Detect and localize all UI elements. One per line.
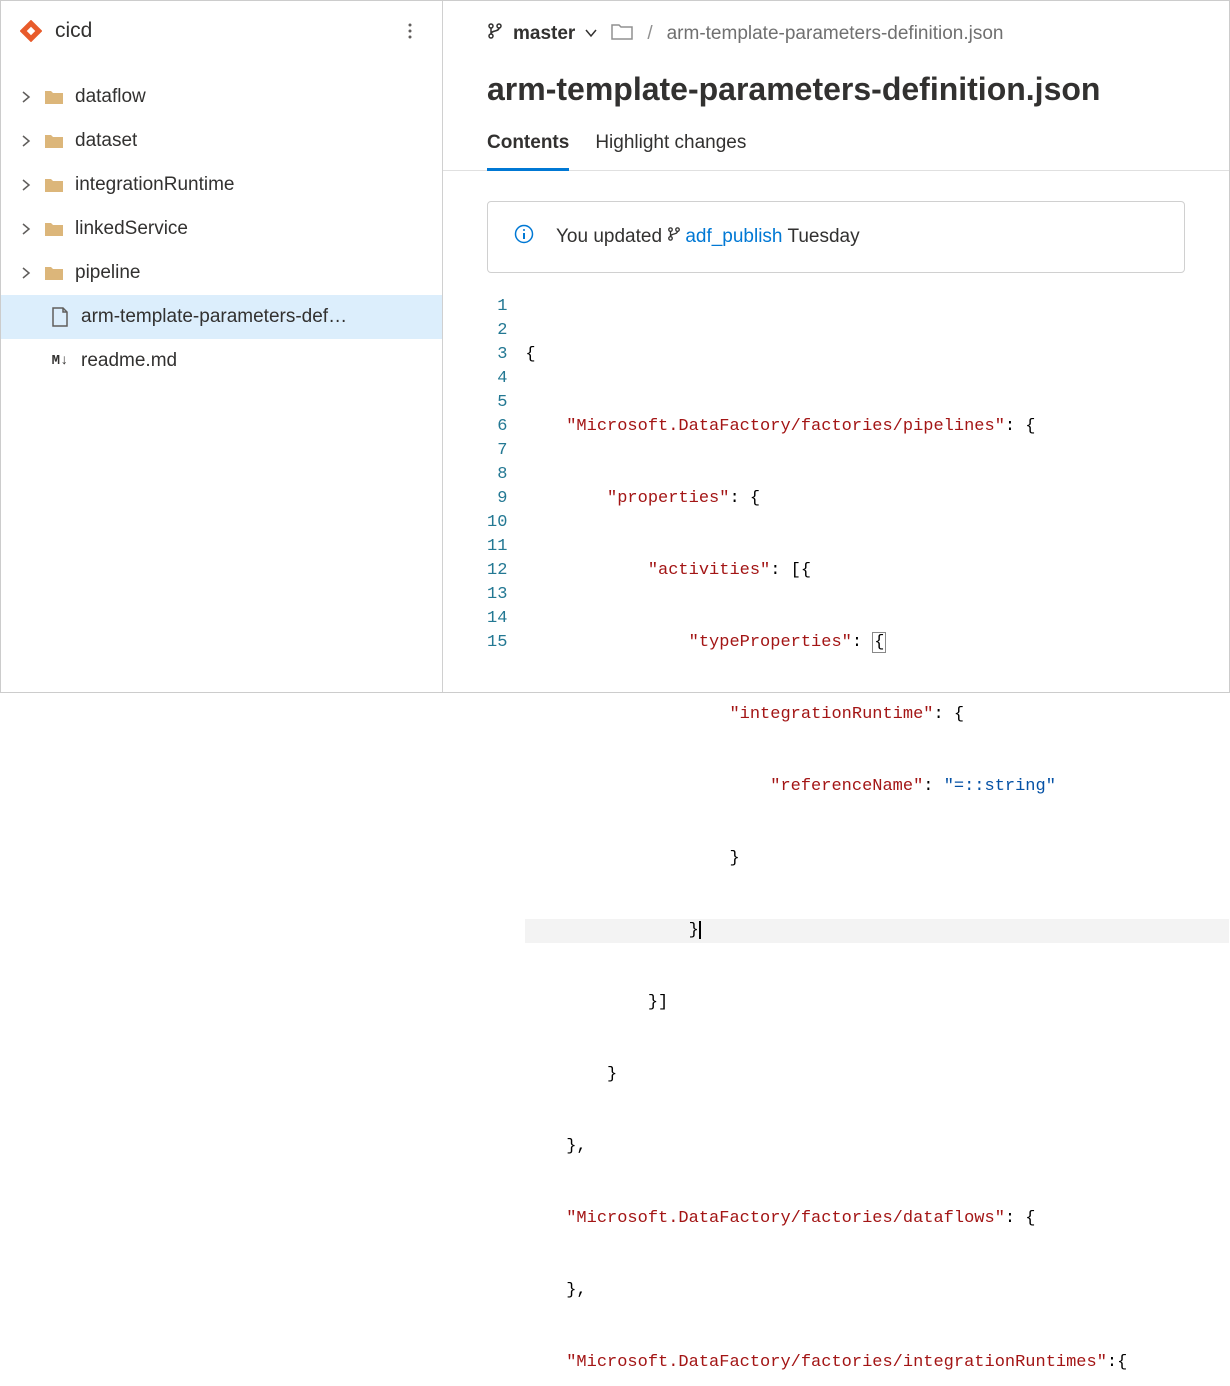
branch-icon <box>487 22 503 46</box>
repo-title: cicd <box>55 19 386 43</box>
tab-highlight-changes[interactable]: Highlight changes <box>595 132 746 170</box>
chevron-right-icon <box>19 267 33 279</box>
folder-icon <box>43 218 65 240</box>
tree-file-readme[interactable]: M↓ readme.md <box>1 339 442 383</box>
line-gutter: 1 2 3 4 5 6 7 8 9 10 11 12 13 14 15 <box>487 295 525 1386</box>
file-icon <box>49 306 71 328</box>
notice-text: You updated adf_publish Tuesday <box>556 226 860 248</box>
tree-label: linkedService <box>75 218 188 240</box>
tree-folder-linkedService[interactable]: linkedService <box>1 207 442 251</box>
more-icon[interactable] <box>398 19 422 43</box>
branch-selector[interactable]: master <box>487 22 597 46</box>
tree-label: arm-template-parameters-def… <box>81 306 347 328</box>
tab-contents[interactable]: Contents <box>487 132 569 171</box>
chevron-right-icon <box>19 135 33 147</box>
tree-folder-pipeline[interactable]: pipeline <box>1 251 442 295</box>
branch-name: master <box>513 23 575 45</box>
tree-folder-dataset[interactable]: dataset <box>1 119 442 163</box>
branch-link[interactable]: adf_publish <box>667 226 782 248</box>
breadcrumb: master / arm-template-parameters-definit… <box>443 1 1229 47</box>
code-body[interactable]: { "Microsoft.DataFactory/factories/pipel… <box>525 295 1229 1386</box>
breadcrumb-separator: / <box>647 23 652 45</box>
tree-file-arm-template[interactable]: arm-template-parameters-def… <box>1 295 442 339</box>
chevron-right-icon <box>19 179 33 191</box>
breadcrumb-file: arm-template-parameters-definition.json <box>667 23 1004 45</box>
tree-label: integrationRuntime <box>75 174 234 196</box>
chevron-right-icon <box>19 91 33 103</box>
tree-label: dataset <box>75 130 137 152</box>
chevron-down-icon <box>585 23 597 45</box>
branch-icon <box>667 226 681 248</box>
code-editor[interactable]: 1 2 3 4 5 6 7 8 9 10 11 12 13 14 15 { "M… <box>487 295 1229 1386</box>
folder-icon <box>43 86 65 108</box>
update-notice: You updated adf_publish Tuesday <box>487 201 1185 273</box>
page-title: arm-template-parameters-definition.json <box>443 47 1229 108</box>
tree-folder-dataflow[interactable]: dataflow <box>1 75 442 119</box>
folder-icon <box>43 174 65 196</box>
markdown-icon: M↓ <box>49 350 71 372</box>
tree-label: dataflow <box>75 86 146 108</box>
tree-folder-integrationRuntime[interactable]: integrationRuntime <box>1 163 442 207</box>
file-tree: dataflow dataset integrationRuntime <box>1 61 442 383</box>
info-icon <box>514 224 534 250</box>
tree-label: readme.md <box>81 350 177 372</box>
chevron-right-icon <box>19 223 33 235</box>
repo-icon <box>19 19 43 43</box>
folder-icon <box>43 262 65 284</box>
folder-icon[interactable] <box>611 21 633 47</box>
tree-label: pipeline <box>75 262 141 284</box>
folder-icon <box>43 130 65 152</box>
tabs: Contents Highlight changes <box>443 108 1229 171</box>
sidebar-header: cicd <box>1 1 442 61</box>
text-cursor <box>699 921 701 939</box>
main-content: master / arm-template-parameters-definit… <box>443 1 1229 692</box>
sidebar: cicd dataflow dataset <box>1 1 443 692</box>
